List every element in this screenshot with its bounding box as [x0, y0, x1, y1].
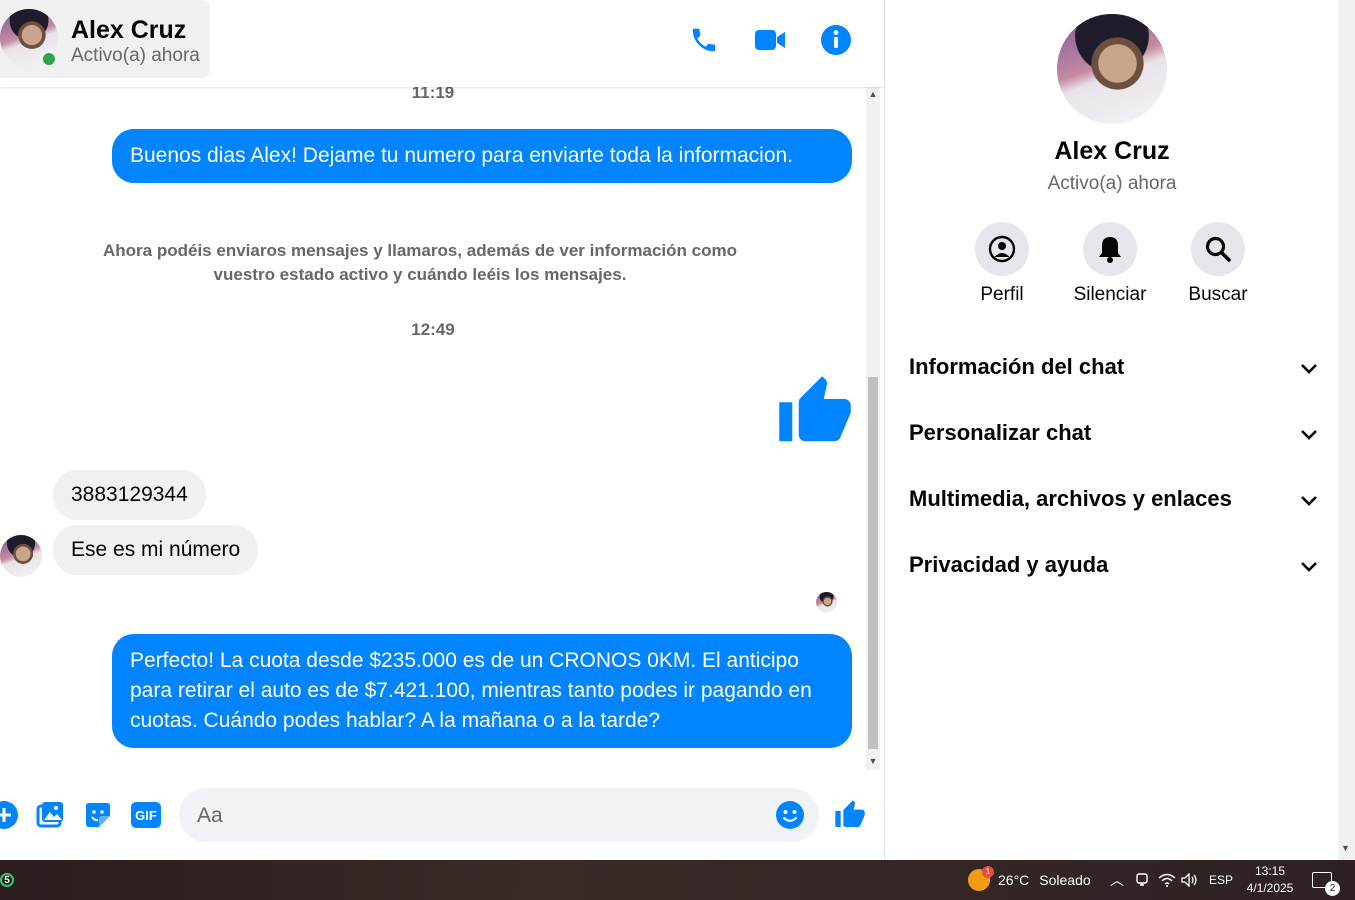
avatar[interactable] — [0, 535, 42, 577]
sun-icon: 1 — [968, 866, 994, 891]
page-scrollbar[interactable]: ▼ — [1338, 0, 1355, 860]
clock-time: 13:15 — [1254, 864, 1286, 878]
timestamp: 11:19 — [411, 87, 455, 102]
section-media-files-links[interactable]: Multimedia, archivos y enlaces — [909, 480, 1319, 520]
chevron-up-icon[interactable]: ︿ — [1110, 860, 1124, 900]
panel-contact-name: Alex Cruz — [1054, 137, 1170, 165]
notifications-icon[interactable]: 2 — [1312, 860, 1340, 900]
profile-icon — [975, 222, 1029, 276]
chevron-down-icon — [1299, 358, 1319, 383]
notifications-count: 2 — [1325, 881, 1340, 896]
video-icon[interactable] — [752, 22, 788, 58]
image-icon[interactable] — [32, 797, 68, 833]
online-indicator — [40, 50, 58, 68]
search-icon — [1191, 222, 1245, 276]
message-incoming[interactable]: 3883129344 — [53, 470, 206, 520]
contact-status: Activo(a) ahora — [71, 45, 200, 66]
section-title: Multimedia, archivos y enlaces — [909, 486, 1232, 511]
search-label: Buscar — [1188, 284, 1248, 305]
like-sticker[interactable] — [776, 373, 854, 456]
chevron-down-icon — [1299, 490, 1319, 515]
weather-alert-badge: 1 — [982, 866, 994, 878]
chat-header: Alex Cruz Activo(a) ahora — [0, 0, 884, 87]
timestamp: 12:49 — [411, 320, 455, 339]
section-title: Personalizar chat — [909, 420, 1092, 445]
volume-icon[interactable] — [1181, 860, 1199, 900]
read-receipt-avatar — [816, 592, 837, 613]
language-indicator[interactable]: ESP — [1209, 860, 1233, 900]
weather-temp: 26°C — [998, 872, 1030, 888]
scroll-thumb[interactable] — [868, 377, 878, 749]
message-incoming[interactable]: Ese es mi número — [53, 525, 259, 575]
taskbar-app-badge[interactable]: 5 — [0, 860, 14, 900]
section-chat-info[interactable]: Información del chat — [909, 348, 1319, 388]
scroll-up-icon[interactable]: ▲ — [866, 87, 880, 101]
scroll-down-icon[interactable]: ▼ — [866, 754, 880, 768]
message-list[interactable]: 11:19 Buenos dias Alex! Dejame tu numero… — [0, 87, 866, 770]
taskbar: 5 1 26°C Soleado ︿ ESP 13:15 4/1/2025 2 — [0, 860, 1355, 900]
clock[interactable]: 13:15 4/1/2025 — [1244, 860, 1296, 900]
emoji-icon[interactable] — [775, 800, 805, 835]
composer: GIF Aa — [0, 770, 884, 860]
clock-date: 4/1/2025 — [1246, 881, 1294, 895]
phone-icon[interactable] — [686, 22, 722, 58]
chat-info-panel: Alex Cruz Activo(a) ahora Perfil Silenci… — [884, 0, 1338, 860]
meet-icon[interactable] — [1135, 860, 1149, 900]
weather-text: Soleado — [1039, 872, 1091, 888]
bell-icon — [1083, 222, 1137, 276]
section-title: Información del chat — [909, 354, 1125, 379]
system-notice: Ahora podéis enviaros mensajes y llamaro… — [103, 241, 737, 284]
message-outgoing[interactable]: Buenos dias Alex! Dejame tu numero para … — [112, 129, 852, 183]
contact-name: Alex Cruz — [71, 16, 187, 44]
plus-icon[interactable] — [0, 797, 22, 833]
header-user[interactable]: Alex Cruz Activo(a) ahora — [0, 0, 210, 78]
section-customize-chat[interactable]: Personalizar chat — [909, 414, 1319, 454]
chevron-down-icon — [1299, 556, 1319, 581]
search-button[interactable]: Buscar — [1178, 222, 1258, 306]
message-input[interactable]: Aa — [179, 788, 819, 842]
like-send-icon[interactable] — [832, 797, 868, 833]
messenger-app: Alex Cruz Activo(a) ahora 11:19 Buenos d… — [0, 0, 1355, 860]
profile-button[interactable]: Perfil — [962, 222, 1042, 306]
section-title: Privacidad y ayuda — [909, 552, 1109, 577]
avatar[interactable] — [1057, 14, 1167, 124]
weather-widget[interactable]: 1 26°C Soleado — [968, 860, 1091, 900]
sticker-icon[interactable] — [80, 797, 116, 833]
panel-contact-status: Activo(a) ahora — [1047, 173, 1177, 194]
mute-button[interactable]: Silenciar — [1070, 222, 1150, 306]
profile-label: Perfil — [980, 284, 1024, 305]
scroll-down-icon[interactable]: ▼ — [1341, 843, 1350, 853]
message-outgoing[interactable]: Perfecto! La cuota desde $235.000 es de … — [112, 634, 852, 748]
scrollbar[interactable]: ▲ ▼ — [866, 87, 880, 770]
section-privacy-help[interactable]: Privacidad y ayuda — [909, 546, 1319, 586]
wifi-icon[interactable] — [1158, 860, 1176, 900]
chevron-down-icon — [1299, 424, 1319, 449]
mute-label: Silenciar — [1073, 284, 1147, 305]
gif-icon[interactable]: GIF — [128, 797, 164, 833]
message-input-placeholder: Aa — [197, 804, 223, 827]
info-icon[interactable] — [818, 22, 854, 58]
